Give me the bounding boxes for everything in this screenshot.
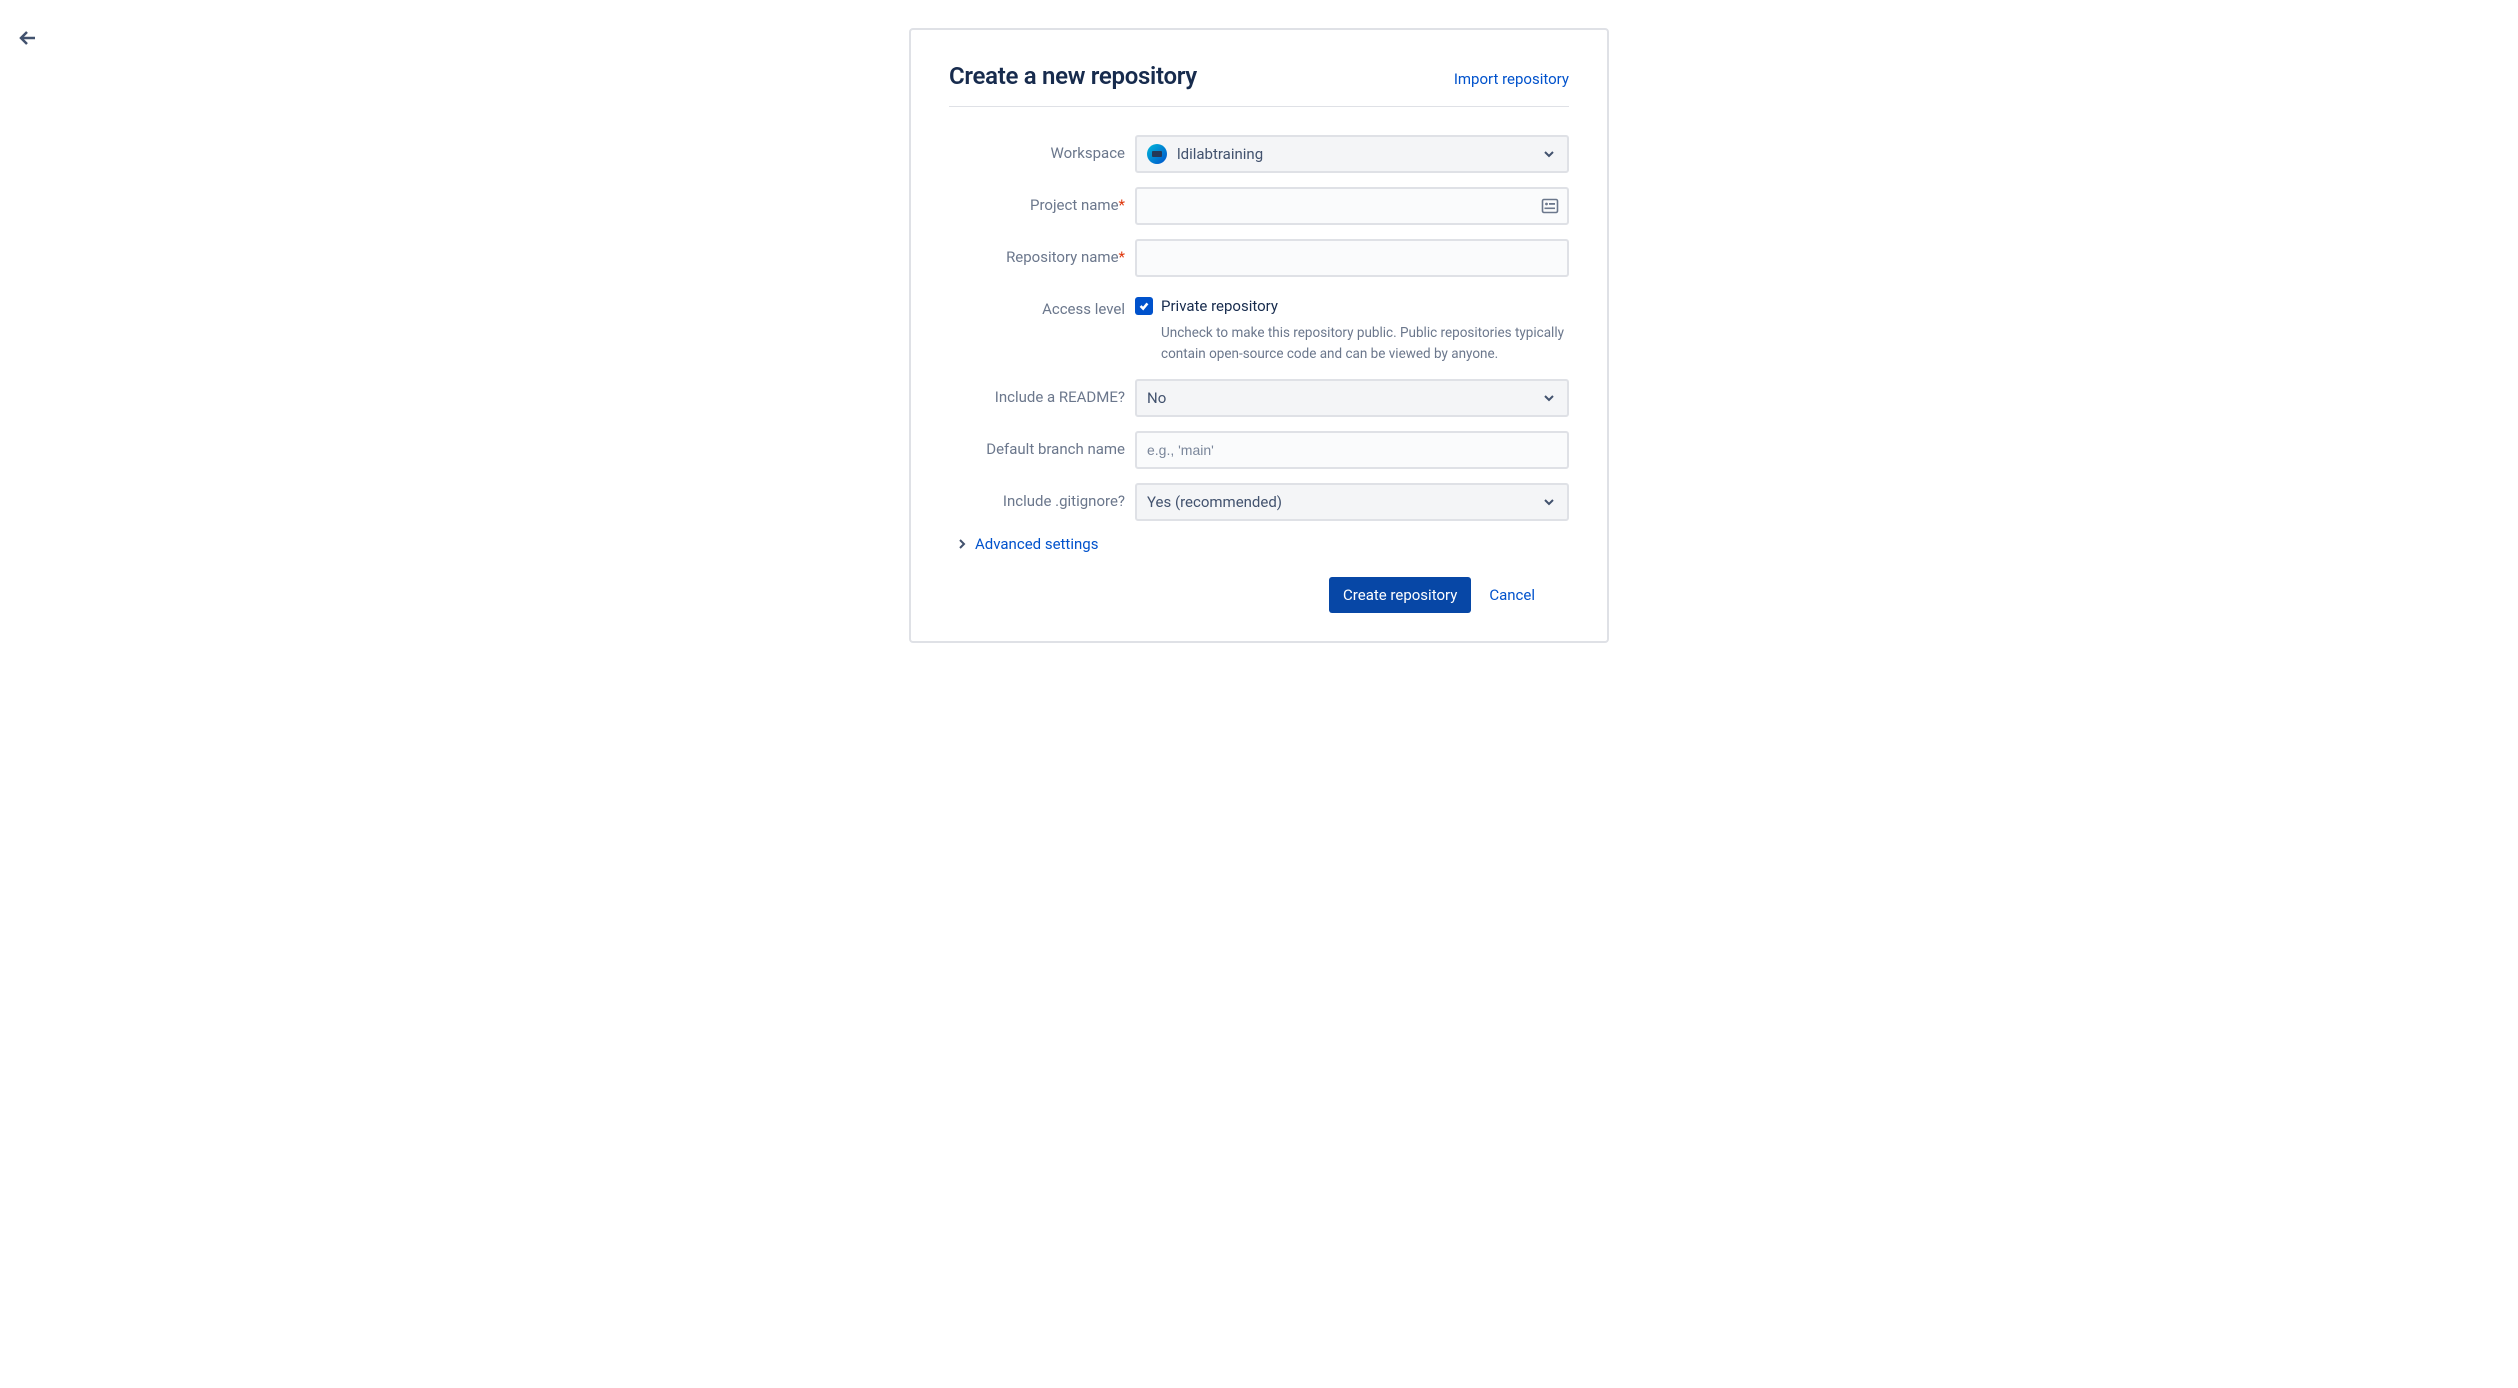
include-readme-label: Include a README? [949,379,1135,407]
chevron-down-icon [1541,494,1557,510]
repository-name-row: Repository name* [949,239,1569,277]
default-branch-row: Default branch name [949,431,1569,469]
workspace-value: ldilabtraining [1177,145,1263,163]
include-readme-row: Include a README? No [949,379,1569,417]
chevron-down-icon [1541,146,1557,162]
default-branch-label: Default branch name [949,431,1135,459]
access-level-help-text: Uncheck to make this repository public. … [1135,323,1569,365]
chevron-right-icon [955,537,969,551]
repository-name-input-wrapper [1135,239,1569,277]
create-repository-card: Create a new repository Import repositor… [909,28,1609,643]
include-readme-value: No [1147,389,1166,407]
required-mark: * [1119,196,1125,214]
cancel-button[interactable]: Cancel [1485,577,1539,613]
workspace-avatar-icon [1147,144,1167,164]
advanced-settings-label: Advanced settings [975,535,1098,553]
import-repository-link[interactable]: Import repository [1454,70,1569,88]
repository-name-label: Repository name* [949,239,1135,267]
advanced-settings-toggle[interactable]: Advanced settings [949,535,1569,553]
arrow-left-icon [16,26,40,50]
chevron-down-icon [1541,390,1557,406]
project-name-input-wrapper [1135,187,1569,225]
private-repository-label: Private repository [1161,297,1278,315]
default-branch-input-wrapper [1135,431,1569,469]
private-repository-checkbox[interactable] [1135,297,1153,315]
access-level-row: Access level Private repository Uncheck … [949,291,1569,365]
required-mark: * [1119,248,1125,266]
check-icon [1138,300,1150,312]
back-button[interactable] [10,20,46,60]
repository-name-input[interactable] [1147,241,1557,275]
project-name-label: Project name* [949,187,1135,215]
include-gitignore-row: Include .gitignore? Yes (recommended) [949,483,1569,521]
card-header: Create a new repository Import repositor… [949,62,1569,107]
button-row: Create repository Cancel [949,577,1569,613]
workspace-label: Workspace [949,135,1135,163]
project-picker-icon[interactable] [1541,197,1559,215]
workspace-row: Workspace ldilabtraining [949,135,1569,173]
access-level-label: Access level [949,291,1135,319]
include-gitignore-value: Yes (recommended) [1147,493,1282,511]
default-branch-input[interactable] [1147,433,1557,467]
create-repository-button[interactable]: Create repository [1329,577,1471,613]
page-title: Create a new repository [949,62,1197,90]
include-gitignore-label: Include .gitignore? [949,483,1135,511]
include-readme-select[interactable]: No [1135,379,1569,417]
project-name-input[interactable] [1147,189,1557,223]
include-gitignore-select[interactable]: Yes (recommended) [1135,483,1569,521]
workspace-select[interactable]: ldilabtraining [1135,135,1569,173]
project-name-row: Project name* [949,187,1569,225]
